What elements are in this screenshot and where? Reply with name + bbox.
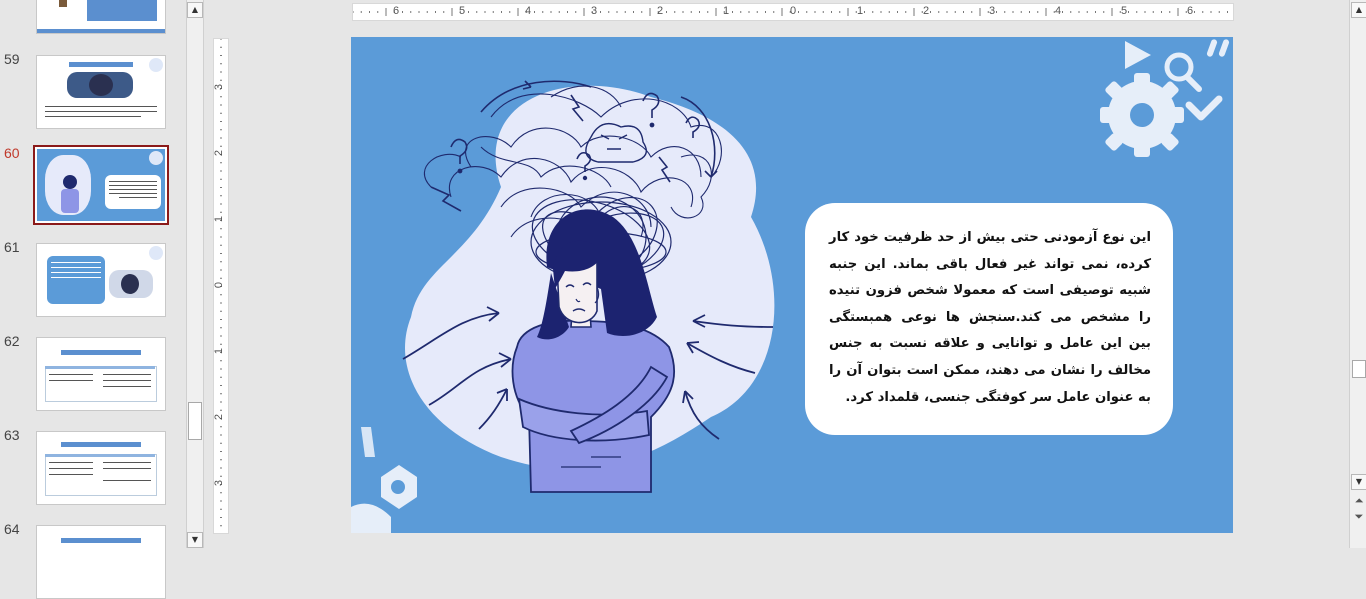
ruler-label: 2 bbox=[213, 413, 226, 421]
ruler-label: 2 bbox=[213, 149, 226, 157]
editor-scrollbar[interactable]: ▲ ▼ ⏶ ⏷ bbox=[1349, 0, 1366, 548]
text-card[interactable]: این نوع آزمودنی حتی بیش از حد ظرفیت خود … bbox=[805, 203, 1173, 435]
ruler-label: 2 bbox=[923, 5, 930, 17]
thumbnail-scrollbar[interactable]: ▲ ▼ bbox=[186, 0, 204, 548]
ruler-label: 1 bbox=[213, 347, 226, 355]
ruler-label: 4 bbox=[1055, 5, 1062, 17]
ruler-label: 1 bbox=[857, 5, 864, 17]
slide-thumbnail-61[interactable] bbox=[36, 243, 166, 317]
horizontal-ruler: 6 5 4 3 2 1 0 1 2 3 4 5 6 bbox=[352, 3, 1234, 21]
gear-icon bbox=[1100, 73, 1184, 157]
slide-thumbnail-59[interactable] bbox=[36, 55, 166, 129]
scroll-down-icon[interactable]: ▼ bbox=[187, 532, 203, 548]
slide-thumbnail-63[interactable] bbox=[36, 431, 166, 505]
ruler-label: 1 bbox=[723, 5, 730, 17]
slide-number: 64 bbox=[4, 521, 20, 537]
ruler-label: 0 bbox=[790, 5, 797, 17]
slide-canvas[interactable]: این نوع آزمودنی حتی بیش از حد ظرفیت خود … bbox=[351, 37, 1233, 533]
ruler-label: 0 bbox=[213, 281, 226, 289]
slide-thumbnail-pane: 59 60 61 62 63 64 bbox=[0, 0, 185, 599]
ruler-label: 5 bbox=[459, 5, 466, 17]
slide-number-active: 60 bbox=[4, 145, 20, 161]
scroll-thumb[interactable] bbox=[1352, 360, 1366, 378]
ruler-label: 3 bbox=[213, 83, 226, 91]
scroll-down-icon[interactable]: ▼ bbox=[1351, 474, 1366, 490]
prev-slide-icon[interactable]: ⏶ bbox=[1351, 494, 1366, 508]
slide-thumbnail-64[interactable] bbox=[36, 525, 166, 599]
ruler-label: 1 bbox=[213, 215, 226, 223]
slide-thumbnail-58[interactable] bbox=[36, 0, 166, 34]
decorative-shapes bbox=[351, 427, 417, 533]
slide-thumbnail-60[interactable] bbox=[33, 145, 169, 225]
slide-number: 61 bbox=[4, 239, 20, 255]
checkmark-icon bbox=[1185, 95, 1223, 121]
slide-number: 59 bbox=[4, 51, 20, 67]
next-slide-icon[interactable]: ⏷ bbox=[1351, 510, 1366, 524]
ruler-label: 3 bbox=[213, 479, 226, 487]
ruler-label: 3 bbox=[989, 5, 996, 17]
ruler-label: 6 bbox=[1187, 5, 1194, 17]
scroll-up-icon[interactable]: ▲ bbox=[1351, 2, 1366, 18]
ruler-label: 3 bbox=[591, 5, 598, 17]
ruler-label: 6 bbox=[393, 5, 400, 17]
vertical-ruler: 3 2 1 0 1 2 3 bbox=[213, 38, 229, 534]
ruler-label: 2 bbox=[657, 5, 664, 17]
slide-number: 62 bbox=[4, 333, 20, 349]
ruler-label: 5 bbox=[1121, 5, 1128, 17]
ruler-label: 4 bbox=[525, 5, 532, 17]
scroll-thumb[interactable] bbox=[188, 402, 202, 440]
scroll-up-icon[interactable]: ▲ bbox=[187, 2, 203, 18]
slide-body-text[interactable]: این نوع آزمودنی حتی بیش از حد ظرفیت خود … bbox=[829, 225, 1151, 411]
slide-number: 63 bbox=[4, 427, 20, 443]
play-icon bbox=[1125, 41, 1151, 69]
slide-thumbnail-62[interactable] bbox=[36, 337, 166, 411]
decorative-dashes bbox=[1206, 39, 1230, 57]
